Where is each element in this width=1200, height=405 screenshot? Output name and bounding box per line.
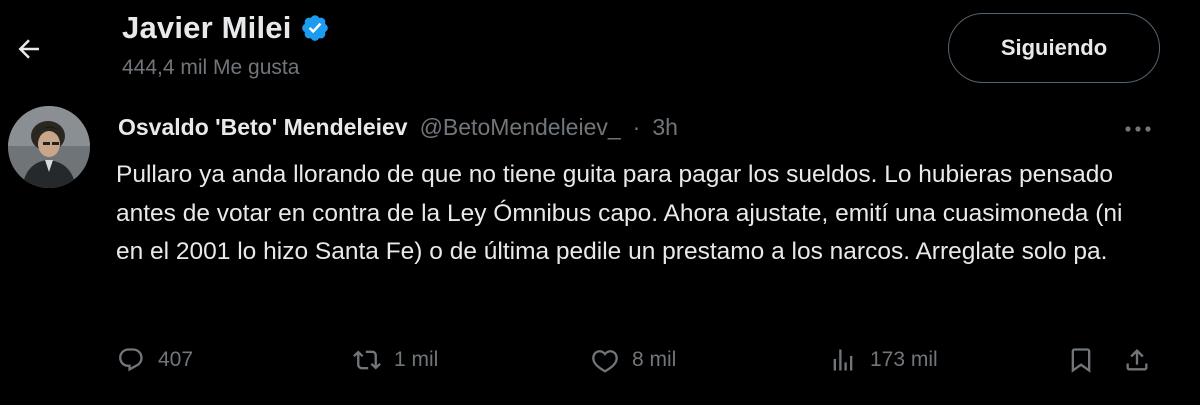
profile-name: Javier Milei (122, 10, 292, 45)
views-count: 173 mil (870, 348, 938, 371)
avatar[interactable] (8, 106, 90, 188)
heart-icon (590, 345, 620, 375)
more-horizontal-icon (1124, 125, 1152, 133)
retweet-button[interactable]: 1 mil (352, 338, 438, 382)
like-button[interactable]: 8 mil (590, 338, 676, 382)
profile-name-row: Javier Milei (122, 10, 330, 46)
share-button[interactable] (1122, 338, 1152, 382)
bookmark-icon (1066, 345, 1096, 375)
bookmark-button[interactable] (1066, 338, 1096, 382)
separator-dot: · (632, 114, 641, 140)
profile-likes-count: 444,4 mil Me gusta (122, 56, 300, 79)
back-button[interactable] (8, 28, 50, 70)
reply-button[interactable]: 407 (116, 338, 193, 382)
reply-icon (116, 345, 146, 375)
reply-count: 407 (158, 348, 194, 371)
tweet-time[interactable]: 3h (652, 114, 678, 141)
tweet-actions: 407 1 mil 8 mil 173 mil (0, 338, 1200, 382)
share-icon (1122, 345, 1152, 375)
views-chart-icon (828, 345, 858, 375)
like-count: 8 mil (632, 348, 677, 371)
author-name[interactable]: Osvaldo 'Beto' Mendeleiev (118, 114, 408, 141)
tweet[interactable]: Osvaldo 'Beto' Mendeleiev @BetoMendeleie… (0, 100, 1200, 405)
arrow-left-icon (14, 34, 44, 64)
avatar-image (8, 106, 90, 188)
author-handle[interactable]: @BetoMendeleiev_ (420, 114, 621, 141)
profile-title-block: Javier Milei 444,4 mil Me gusta (122, 10, 330, 80)
views-button[interactable]: 173 mil (828, 338, 938, 382)
retweet-count: 1 mil (394, 348, 439, 371)
verified-badge-icon (300, 13, 330, 43)
tweet-text: Pullaro ya anda llorando de que no tiene… (116, 161, 1123, 265)
tweet-header: Osvaldo 'Beto' Mendeleiev @BetoMendeleie… (118, 114, 678, 141)
more-options-button[interactable] (1118, 114, 1158, 144)
following-button[interactable]: Siguiendo (948, 13, 1160, 83)
retweet-icon (352, 345, 382, 375)
profile-header: Javier Milei 444,4 mil Me gusta Siguiend… (0, 0, 1200, 100)
